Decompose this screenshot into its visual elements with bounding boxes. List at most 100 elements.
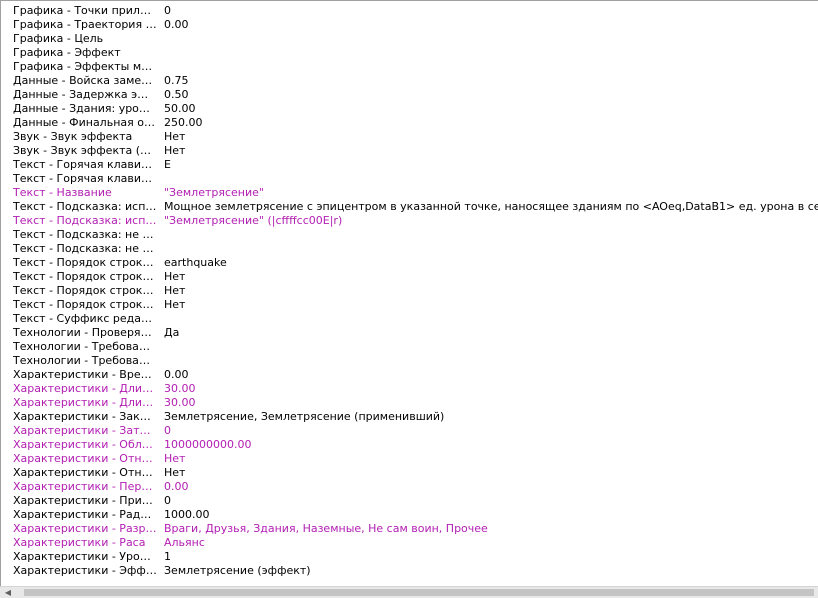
property-value[interactable]: 1000000000.00 bbox=[164, 438, 251, 452]
property-name: Характеристики - Относит... bbox=[13, 452, 157, 465]
property-value[interactable]: 50.00 bbox=[164, 102, 196, 116]
property-name: Характеристики - Разреш... bbox=[13, 522, 157, 535]
property-name: Звук - Звук эффекта (повт... bbox=[13, 144, 157, 157]
property-value[interactable]: Враги, Друзья, Здания, Наземные, Не сам … bbox=[164, 522, 488, 536]
property-row[interactable]: Характеристики - Относит... Нет bbox=[1, 466, 818, 480]
property-row[interactable]: Текст - Подсказка: испол... "Землетрясени… bbox=[1, 214, 818, 228]
property-value[interactable]: E bbox=[164, 158, 171, 172]
property-value[interactable]: 30.00 bbox=[164, 396, 196, 410]
property-row[interactable]: Графика - Точки приложе... 0 bbox=[1, 4, 818, 18]
property-row[interactable]: Характеристики - Относит... Нет bbox=[1, 452, 818, 466]
property-row[interactable]: Текст - Название "Землетрясение" bbox=[1, 186, 818, 200]
property-value[interactable]: 0.75 bbox=[164, 74, 189, 88]
property-row[interactable]: Текст - Подсказка: не исп... bbox=[1, 242, 818, 256]
property-name: Характеристики - Длител... bbox=[13, 396, 157, 409]
property-row[interactable]: Характеристики - Раса Альянс bbox=[1, 536, 818, 550]
property-name: Характеристики - Время п... bbox=[13, 368, 157, 381]
property-row[interactable]: Звук - Звук эффекта Нет bbox=[1, 130, 818, 144]
property-value[interactable]: Нет bbox=[164, 270, 185, 284]
property-value[interactable]: Нет bbox=[164, 130, 185, 144]
property-value[interactable]: Землетрясение, Землетрясение (применивши… bbox=[164, 410, 444, 424]
property-name: Характеристики - Область... bbox=[13, 438, 157, 451]
property-value[interactable]: Нет bbox=[164, 466, 185, 480]
property-row[interactable]: Графика - Эффекты молнии bbox=[1, 60, 818, 74]
property-value[interactable]: Нет bbox=[164, 452, 185, 466]
property-name: Графика - Точки приложе... bbox=[13, 4, 157, 17]
property-value[interactable]: Нет bbox=[164, 284, 185, 298]
property-row[interactable]: Характеристики - Переза... 0.00 bbox=[1, 480, 818, 494]
property-row[interactable]: Характеристики - Приорит... 0 bbox=[1, 494, 818, 508]
property-row[interactable]: Текст - Порядок строк: не... Нет bbox=[1, 298, 818, 312]
property-row[interactable]: Текст - Горячая клавиша: ... bbox=[1, 172, 818, 186]
property-value[interactable]: 30.00 bbox=[164, 382, 196, 396]
property-name: Графика - Траектория рак... bbox=[13, 18, 157, 31]
property-row[interactable]: Данные - Задержка эффе... 0.50 bbox=[1, 88, 818, 102]
property-name: Характеристики - Эффекты bbox=[13, 564, 157, 577]
property-value[interactable]: 0 bbox=[164, 424, 171, 438]
scroll-left-arrow[interactable]: ◀ bbox=[0, 587, 16, 598]
property-row[interactable]: Характеристики - Заклина... Землетрясение… bbox=[1, 410, 818, 424]
property-value[interactable]: 250.00 bbox=[164, 116, 203, 130]
property-row[interactable]: Текст - Порядок строк: вы... Нет bbox=[1, 270, 818, 284]
property-value[interactable]: 0.00 bbox=[164, 480, 189, 494]
property-value[interactable]: 0.50 bbox=[164, 88, 189, 102]
property-row[interactable]: Характеристики - Время п... 0.00 bbox=[1, 368, 818, 382]
property-row[interactable]: Графика - Цель bbox=[1, 32, 818, 46]
property-value[interactable]: Мощное землетрясение с эпицентром в указ… bbox=[164, 200, 818, 214]
property-row[interactable]: Текст - Суффикс редактора bbox=[1, 312, 818, 326]
property-value[interactable]: 0.00 bbox=[164, 368, 189, 382]
property-name: Технологии - Требования: ... bbox=[13, 354, 157, 367]
property-name: Текст - Горячая клавиша: ... bbox=[13, 158, 157, 171]
property-row[interactable]: Данные - Финальная обл... 250.00 bbox=[1, 116, 818, 130]
property-value[interactable]: Альянс bbox=[164, 536, 205, 550]
property-row[interactable]: Характеристики - Длител... 30.00 bbox=[1, 382, 818, 396]
property-row[interactable]: Характеристики - Затрачи... 0 bbox=[1, 424, 818, 438]
property-value[interactable]: earthquake bbox=[164, 256, 227, 270]
property-name: Характеристики - Относит... bbox=[13, 466, 157, 479]
property-row[interactable]: Характеристики - Разреш... Враги, Друзья,… bbox=[1, 522, 818, 536]
property-value[interactable]: 0 bbox=[164, 494, 171, 508]
property-row[interactable]: Текст - Порядок строк: вк... earthquake bbox=[1, 256, 818, 270]
property-name: Технологии - Проверять з... bbox=[13, 326, 157, 339]
property-value[interactable]: 1 bbox=[164, 550, 171, 564]
property-row[interactable]: Характеристики - Уровни 1 bbox=[1, 550, 818, 564]
scroll-thumb[interactable] bbox=[24, 589, 814, 596]
horizontal-scrollbar[interactable]: ◀ bbox=[0, 586, 818, 598]
property-value[interactable]: 1000.00 bbox=[164, 508, 210, 522]
property-value[interactable]: Нет bbox=[164, 144, 185, 158]
property-row[interactable]: Текст - Подсказка: не исп... bbox=[1, 228, 818, 242]
property-value[interactable]: Землетрясение (эффект) bbox=[164, 564, 311, 578]
property-value[interactable]: Нет bbox=[164, 298, 185, 312]
property-value[interactable]: 0 bbox=[164, 4, 171, 18]
property-value[interactable]: 0.00 bbox=[164, 18, 189, 32]
property-row[interactable]: Данные - Войска замедле... 0.75 bbox=[1, 74, 818, 88]
property-value[interactable]: "Землетрясение" (|cffffcc00E|r) bbox=[164, 214, 342, 228]
property-row[interactable]: Графика - Траектория рак... 0.00 bbox=[1, 18, 818, 32]
property-name: Графика - Эффекты молнии bbox=[13, 60, 157, 73]
property-name: Текст - Горячая клавиша: ... bbox=[13, 172, 157, 185]
property-name: Графика - Цель bbox=[13, 32, 104, 45]
property-row[interactable]: Характеристики - Длител... 30.00 bbox=[1, 396, 818, 410]
property-name: Текст - Порядок строк: ис... bbox=[13, 284, 157, 297]
property-row[interactable]: Технологии - Проверять з... Да bbox=[1, 326, 818, 340]
property-row[interactable]: Характеристики - Радиус 1000.00 bbox=[1, 508, 818, 522]
property-row[interactable]: Характеристики - Область... 1000000000.00 bbox=[1, 438, 818, 452]
property-row[interactable]: Данные - Здания: урона в ... 50.00 bbox=[1, 102, 818, 116]
property-name: Текст - Подсказка: не исп... bbox=[13, 228, 157, 241]
property-name: Текст - Подсказка: не исп... bbox=[13, 242, 157, 255]
property-name: Текст - Порядок строк: вы... bbox=[13, 270, 157, 283]
property-row[interactable]: Технологии - Требования: ... bbox=[1, 354, 818, 368]
property-value[interactable]: Да bbox=[164, 326, 179, 340]
property-name: Текст - Порядок строк: вк... bbox=[13, 256, 157, 269]
property-row[interactable]: Характеристики - Эффекты Землетрясение (э… bbox=[1, 564, 818, 578]
property-name: Характеристики - Приорит... bbox=[13, 494, 157, 507]
property-row[interactable]: Звук - Звук эффекта (повт... Нет bbox=[1, 144, 818, 158]
property-name: Характеристики - Длител... bbox=[13, 382, 157, 395]
property-name: Характеристики - Уровни bbox=[13, 550, 157, 563]
property-row[interactable]: Технологии - Требования bbox=[1, 340, 818, 354]
property-row[interactable]: Текст - Горячая клавиша: ... E bbox=[1, 158, 818, 172]
property-row[interactable]: Графика - Эффект bbox=[1, 46, 818, 60]
property-value[interactable]: "Землетрясение" bbox=[164, 186, 264, 200]
property-row[interactable]: Текст - Порядок строк: ис... Нет bbox=[1, 284, 818, 298]
property-row[interactable]: Текст - Подсказка: испол... Мощное землет… bbox=[1, 200, 818, 214]
